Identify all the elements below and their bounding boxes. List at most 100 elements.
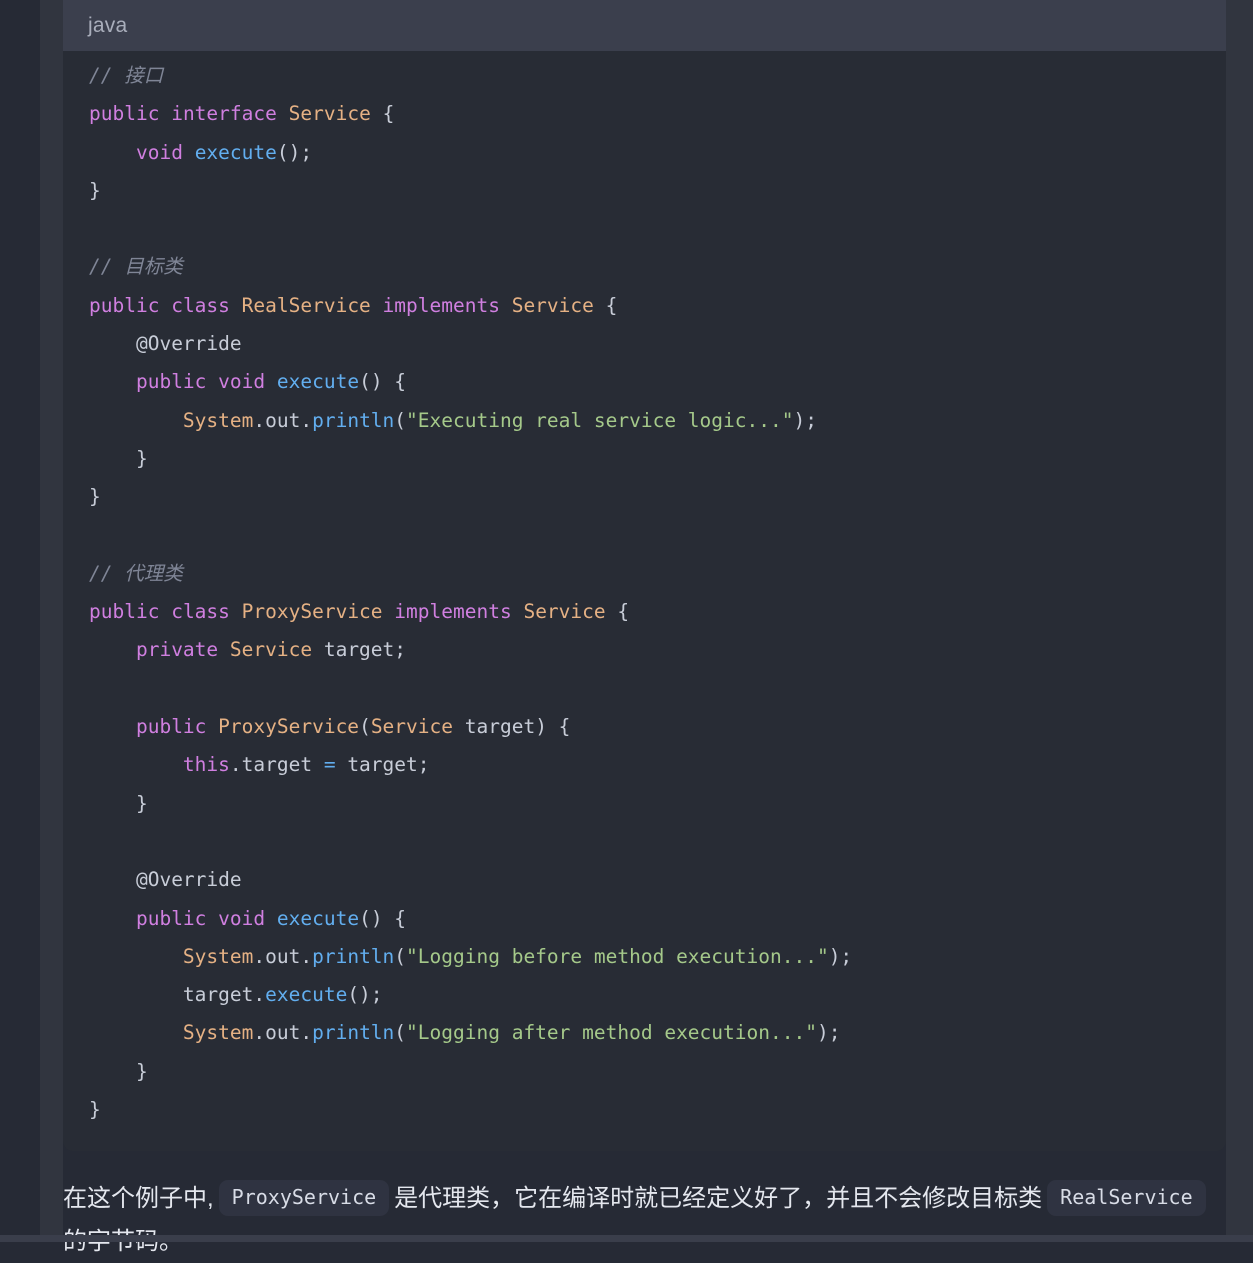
- code-token-fn: execute: [265, 983, 348, 1007]
- code-token-op: =: [323, 753, 336, 777]
- bottom-divider: [0, 1235, 1253, 1242]
- code-token-punc: (: [394, 944, 407, 968]
- code-token-punc: }: [89, 1098, 101, 1122]
- code-token-kw: this: [182, 753, 230, 777]
- code-block: java // 接口 public interface Service { voi…: [63, 0, 1226, 1152]
- code-token-fn: execute: [276, 906, 360, 930]
- code-token-kw: private: [135, 638, 219, 662]
- content-column: java // 接口 public interface Service { voi…: [63, 0, 1226, 1255]
- code-line: public ProxyService(Service target) {: [63, 708, 1226, 746]
- code-line: public class ProxyService implements Ser…: [63, 593, 1226, 631]
- code-token-kw: public: [89, 600, 160, 624]
- code-token-kw: public: [135, 370, 207, 394]
- code-token-punc: .: [253, 944, 266, 968]
- code-token-punc: (: [359, 715, 371, 739]
- code-token-punc: .: [253, 983, 266, 1007]
- left-gutter-band: [40, 0, 63, 1242]
- code-token-str: "Executing real service logic...": [406, 408, 794, 432]
- code-line: }: [63, 1091, 1226, 1129]
- code-token-plain: out: [265, 1021, 301, 1045]
- code-token-kw: void: [218, 370, 266, 394]
- code-token-punc: .: [229, 753, 242, 777]
- code-token-punc: () {: [359, 906, 407, 930]
- code-token-comment: // 代理类: [89, 561, 183, 585]
- code-token-punc: }: [135, 791, 148, 815]
- right-gutter-band: [1226, 0, 1253, 1242]
- code-token-punc: ;: [394, 638, 407, 662]
- code-token-fn: println: [312, 1021, 395, 1045]
- code-token-type: Service: [229, 638, 313, 662]
- code-token-plain: out: [265, 944, 301, 968]
- code-token-plain: out: [265, 408, 301, 432]
- code-line: public interface Service {: [63, 95, 1226, 133]
- code-token-punc: .: [253, 408, 266, 432]
- code-token-punc: ) {: [535, 715, 571, 739]
- code-token-type: RealService: [241, 293, 371, 317]
- page-root: java // 接口 public interface Service { voi…: [0, 0, 1253, 1255]
- code-line: // 接口: [63, 57, 1226, 95]
- code-token-kw: public: [135, 906, 207, 930]
- code-token-plain: target: [182, 983, 254, 1007]
- code-token-fn: execute: [194, 140, 277, 164]
- code-token-kw: interface: [171, 102, 277, 126]
- code-token-punc: }: [135, 446, 148, 470]
- code-token-kw: implements: [394, 600, 512, 624]
- code-token-type: ProxyService: [218, 715, 360, 739]
- code-line: }: [63, 478, 1226, 516]
- code-token-punc: );: [816, 1021, 841, 1045]
- code-block-header: java: [63, 0, 1226, 51]
- code-token-kw: public: [89, 293, 160, 317]
- code-line: @Override: [63, 861, 1226, 899]
- inline-code-chip: RealService: [1047, 1180, 1206, 1216]
- code-token-punc: .: [253, 1021, 266, 1045]
- code-line: }: [63, 785, 1226, 823]
- code-token-type: ProxyService: [241, 600, 383, 624]
- code-line: }: [63, 440, 1226, 478]
- code-token-punc: }: [89, 485, 101, 509]
- code-token-type: Service: [523, 600, 606, 624]
- code-line: this.target = target;: [63, 746, 1226, 784]
- code-token-punc: );: [828, 944, 853, 968]
- code-token-type: System: [182, 944, 254, 968]
- code-token-type: Service: [370, 715, 453, 739]
- code-language-label: java: [88, 13, 128, 37]
- code-token-fn: println: [312, 408, 395, 432]
- code-token-plain: target: [241, 753, 324, 777]
- code-token-kw: void: [218, 906, 266, 930]
- code-block-body[interactable]: // 接口 public interface Service { void exe…: [63, 51, 1226, 1151]
- code-line: @Override: [63, 325, 1226, 363]
- code-token-punc: .: [300, 1021, 313, 1045]
- code-token-plain: target: [453, 715, 536, 739]
- code-token-str: "Logging after method execution...": [406, 1021, 817, 1045]
- code-line: public void execute() {: [63, 900, 1226, 938]
- code-token-fn: println: [312, 944, 395, 968]
- code-line: // 目标类: [63, 248, 1226, 286]
- code-token-punc: (: [394, 408, 407, 432]
- code-token-kw: void: [135, 140, 183, 164]
- code-token-ann: @Override: [135, 332, 242, 356]
- code-line: target.execute();: [63, 976, 1226, 1014]
- code-token-kw: public: [89, 102, 160, 126]
- code-line: public void execute() {: [63, 363, 1226, 401]
- code-token-punc: );: [793, 408, 817, 432]
